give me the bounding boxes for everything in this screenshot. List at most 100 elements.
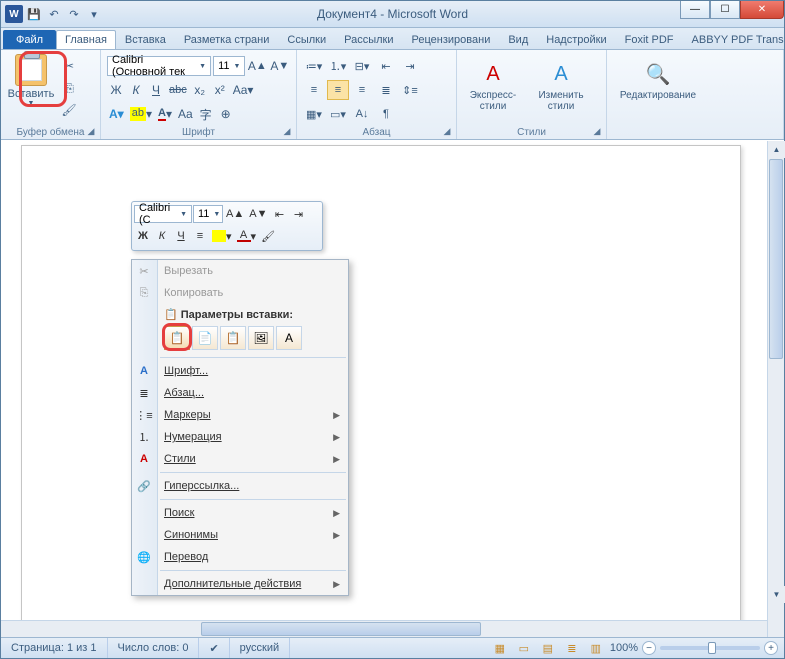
ctx-styles[interactable]: A Стили ▶ xyxy=(132,448,348,470)
subscript-icon[interactable]: x₂ xyxy=(191,80,209,100)
enclose-char-icon[interactable]: ⊕ xyxy=(217,104,235,124)
paste-use-dest-icon[interactable]: 📋 xyxy=(220,326,246,350)
tab-review[interactable]: Рецензировани xyxy=(403,30,500,49)
ctx-search[interactable]: Поиск ▶ xyxy=(132,502,348,524)
tab-foxit[interactable]: Foxit PDF xyxy=(616,30,683,49)
draft-view-icon[interactable]: ▥ xyxy=(586,640,606,656)
font-name-combo[interactable]: Calibri (Основной тек▼ xyxy=(107,56,211,76)
status-proofing-icon[interactable]: ✔ xyxy=(199,638,229,658)
ctx-additional-actions[interactable]: Дополнительные действия ▶ xyxy=(132,573,348,595)
tab-file[interactable]: Файл xyxy=(3,30,56,49)
ctx-font[interactable]: A Шрифт... xyxy=(132,360,348,382)
redo-icon[interactable]: ↷ xyxy=(65,5,83,23)
cut-icon[interactable]: ✂ xyxy=(59,56,79,76)
mini-bold-button[interactable]: Ж xyxy=(134,226,152,246)
ctx-translate[interactable]: 🌐 Перевод xyxy=(132,546,348,568)
fullscreen-reading-view-icon[interactable]: ▭ xyxy=(514,640,534,656)
paste-merge-icon[interactable]: 📄 xyxy=(192,326,218,350)
zoom-level[interactable]: 100% xyxy=(610,642,638,654)
qat-customize-icon[interactable]: ▾ xyxy=(85,5,103,23)
word-app-icon[interactable]: W xyxy=(5,5,23,23)
mini-center-icon[interactable]: ≡ xyxy=(191,226,209,246)
borders-icon[interactable]: ▭▾ xyxy=(327,104,349,124)
mini-grow-font-icon[interactable]: A▲ xyxy=(224,204,246,224)
zoom-in-button[interactable]: + xyxy=(764,641,778,655)
ctx-hyperlink[interactable]: 🔗 Гиперссылка... xyxy=(132,475,348,497)
status-word-count[interactable]: Число слов: 0 xyxy=(108,638,200,658)
underline-button[interactable]: Ч xyxy=(147,80,165,100)
paste-keep-text-icon[interactable]: A xyxy=(276,326,302,350)
font-color-icon[interactable]: A▾ xyxy=(156,104,174,124)
horizontal-scrollbar[interactable] xyxy=(1,620,767,637)
ctx-bullets[interactable]: ⋮≡ Маркеры ▶ xyxy=(132,404,348,426)
dialog-launcher-icon[interactable]: ◢ xyxy=(441,125,453,137)
copy-icon[interactable]: ⎘ xyxy=(59,78,79,98)
ctx-synonyms[interactable]: Синонимы ▶ xyxy=(132,524,348,546)
tab-home[interactable]: Главная xyxy=(56,30,116,49)
scroll-up-icon[interactable]: ▲ xyxy=(768,141,785,158)
mini-font-color-icon[interactable]: A▾ xyxy=(235,226,259,246)
mini-size-combo[interactable]: 11▼ xyxy=(193,205,223,223)
font-size-combo[interactable]: 11▼ xyxy=(213,56,245,76)
line-spacing-icon[interactable]: ⇕≡ xyxy=(399,80,421,100)
paste-picture-icon[interactable]: 🖼 xyxy=(248,326,274,350)
bold-button[interactable]: Ж xyxy=(107,80,125,100)
decrease-indent-icon[interactable]: ⇤ xyxy=(375,56,397,76)
zoom-slider[interactable] xyxy=(660,646,760,650)
change-styles-button[interactable]: A Изменить стили xyxy=(531,58,591,112)
maximize-button[interactable]: ☐ xyxy=(710,1,740,19)
strikethrough-icon[interactable]: abc xyxy=(167,80,189,100)
mini-decrease-indent-icon[interactable]: ⇤ xyxy=(270,204,288,224)
print-layout-view-icon[interactable]: ▦ xyxy=(490,640,510,656)
ctx-numbering[interactable]: ⒈ Нумерация ▶ xyxy=(132,426,348,448)
grow-font-icon[interactable]: A▲ xyxy=(247,56,267,76)
ctx-paragraph[interactable]: ≣ Абзац... xyxy=(132,382,348,404)
highlight-color-icon[interactable]: ab▾ xyxy=(128,104,154,124)
justify-icon[interactable]: ≣ xyxy=(375,80,397,100)
paste-button[interactable]: Вставить ▼ xyxy=(7,52,55,120)
tab-layout[interactable]: Разметка страни xyxy=(175,30,279,49)
quick-styles-button[interactable]: A Экспресс-стили xyxy=(463,58,523,112)
sort-icon[interactable]: A↓ xyxy=(351,104,373,124)
format-painter-icon[interactable]: 🖌 xyxy=(59,100,79,120)
zoom-out-button[interactable]: − xyxy=(642,641,656,655)
tab-insert[interactable]: Вставка xyxy=(116,30,175,49)
shrink-font-icon[interactable]: A▼ xyxy=(270,56,290,76)
document-page[interactable] xyxy=(21,145,741,635)
numbering-icon[interactable]: ⒈▾ xyxy=(327,56,349,76)
show-hide-icon[interactable]: ¶ xyxy=(375,104,397,124)
multilevel-list-icon[interactable]: ⊟▾ xyxy=(351,56,373,76)
phonetic-guide-icon[interactable]: 字 xyxy=(197,104,215,124)
mini-italic-button[interactable]: К xyxy=(153,226,171,246)
status-language[interactable]: русский xyxy=(230,638,290,658)
tab-view[interactable]: Вид xyxy=(499,30,537,49)
save-icon[interactable]: 💾 xyxy=(25,5,43,23)
mini-increase-indent-icon[interactable]: ⇥ xyxy=(289,204,307,224)
zoom-slider-thumb[interactable] xyxy=(708,642,716,654)
undo-icon[interactable]: ↶ xyxy=(45,5,63,23)
status-page[interactable]: Страница: 1 из 1 xyxy=(1,638,108,658)
tab-mailings[interactable]: Рассылки xyxy=(335,30,402,49)
tab-abbyy[interactable]: ABBYY PDF Trans xyxy=(683,30,785,49)
align-left-icon[interactable]: ≡ xyxy=(303,80,325,100)
vertical-scrollbar[interactable]: ▲ ▼ xyxy=(767,141,784,637)
shading-icon[interactable]: ▦▾ xyxy=(303,104,325,124)
minimize-button[interactable]: — xyxy=(680,1,710,19)
align-right-icon[interactable]: ≡ xyxy=(351,80,373,100)
scroll-thumb[interactable] xyxy=(769,159,783,359)
mini-underline-button[interactable]: Ч xyxy=(172,226,190,246)
scroll-thumb[interactable] xyxy=(201,622,481,636)
italic-button[interactable]: К xyxy=(127,80,145,100)
editing-button[interactable]: 🔍 Редактирование xyxy=(613,58,703,101)
clear-formatting-icon[interactable]: Aa xyxy=(176,104,195,124)
mini-font-combo[interactable]: Calibri (С▼ xyxy=(134,205,192,223)
outline-view-icon[interactable]: ≣ xyxy=(562,640,582,656)
increase-indent-icon[interactable]: ⇥ xyxy=(399,56,421,76)
scroll-down-icon[interactable]: ▼ xyxy=(768,586,785,603)
mini-shrink-font-icon[interactable]: A▼ xyxy=(247,204,269,224)
web-layout-view-icon[interactable]: ▤ xyxy=(538,640,558,656)
dialog-launcher-icon[interactable]: ◢ xyxy=(281,125,293,137)
text-effects-icon[interactable]: A▾ xyxy=(107,104,126,124)
mini-format-painter-icon[interactable]: 🖌 xyxy=(259,226,277,246)
close-button[interactable]: ✕ xyxy=(740,1,784,19)
